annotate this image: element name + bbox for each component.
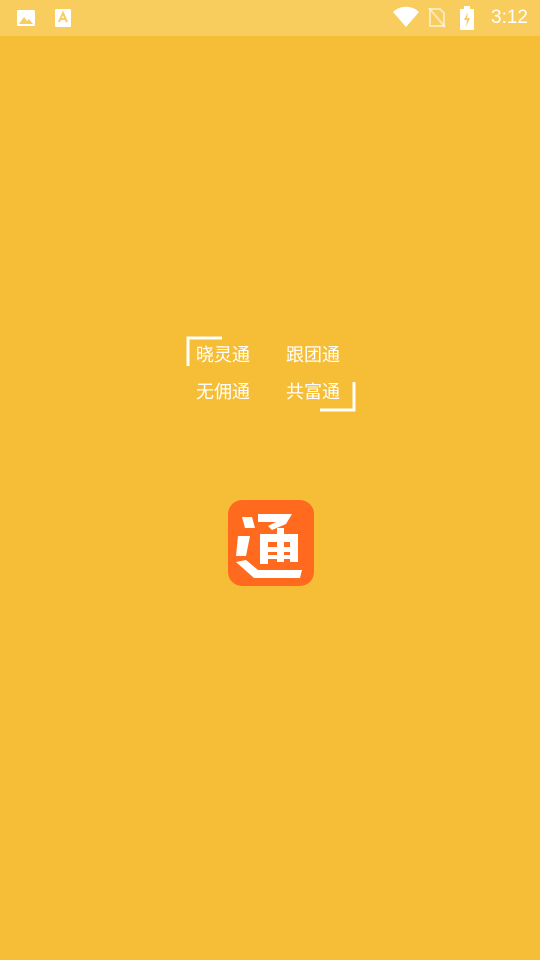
download-icon xyxy=(53,8,73,28)
status-bar: 3:12 xyxy=(0,0,540,36)
word-xiaolingtong: 晓灵通 xyxy=(196,345,250,366)
no-sim-icon xyxy=(428,6,446,32)
status-time: 3:12 xyxy=(491,7,528,28)
word-wuyongtong: 无佣通 xyxy=(196,382,250,403)
app-logo xyxy=(228,500,314,586)
word-gongfutong: 共富通 xyxy=(286,382,340,403)
word-gentuantong: 跟团通 xyxy=(286,345,340,366)
tong-logo-icon xyxy=(236,514,302,578)
image-icon xyxy=(16,8,36,28)
wifi-icon xyxy=(392,6,420,32)
splash-words: 晓灵通 跟团通 无佣通 共富通 xyxy=(186,336,356,412)
battery-charging-icon xyxy=(460,6,474,34)
